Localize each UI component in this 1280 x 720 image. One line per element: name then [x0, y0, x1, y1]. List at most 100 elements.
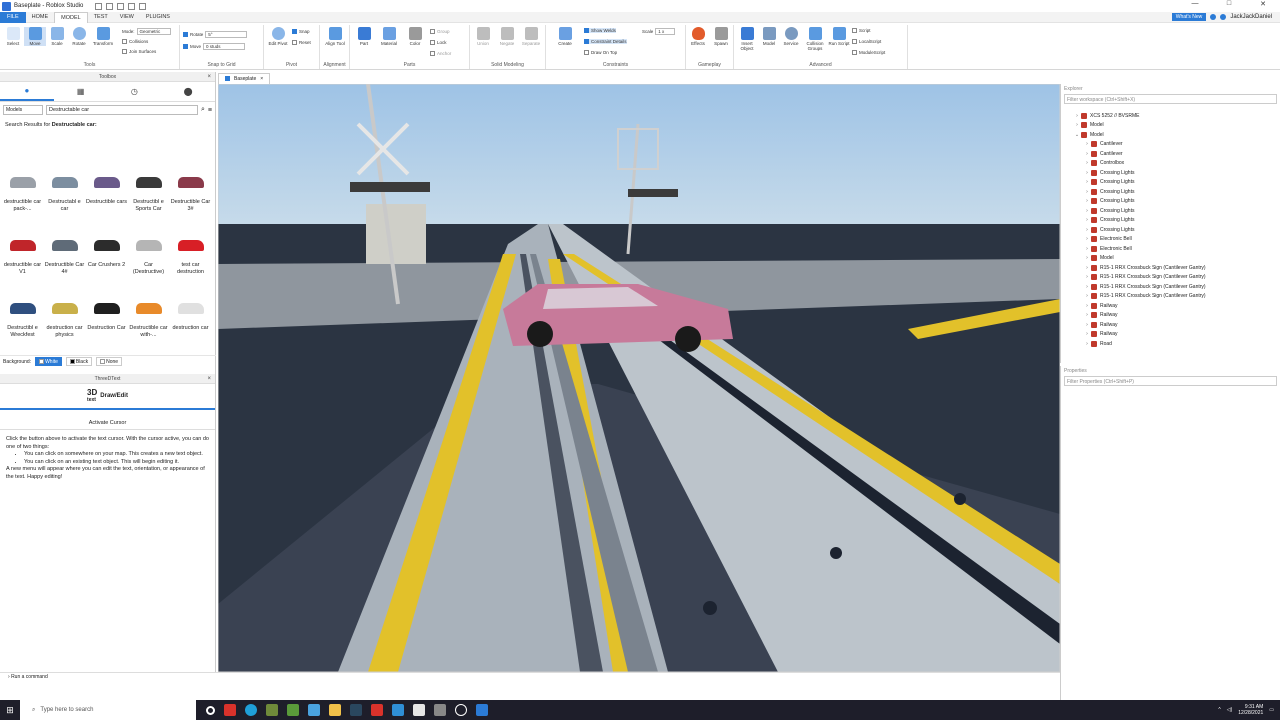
- edge-browser-icon[interactable]: [245, 704, 257, 716]
- expand-arrow-icon[interactable]: ›: [1083, 341, 1091, 347]
- expand-arrow-icon[interactable]: ›: [1083, 246, 1091, 252]
- explorer-node[interactable]: › Railway: [1061, 320, 1273, 330]
- explorer-node[interactable]: › Crossing Lights: [1061, 187, 1273, 197]
- expand-arrow-icon[interactable]: ›: [1083, 255, 1091, 261]
- toolbox-search-input[interactable]: Destructable car: [46, 105, 198, 115]
- script-button[interactable]: Script: [852, 28, 871, 33]
- constraint-scale[interactable]: Scale 1 x: [642, 28, 676, 35]
- negate-button[interactable]: Negate: [496, 27, 518, 46]
- tab-test[interactable]: TEST: [88, 12, 114, 23]
- roblox-studio-taskbar-icon[interactable]: [476, 704, 488, 716]
- collisions-toggle[interactable]: Collisions: [122, 39, 148, 44]
- user-name[interactable]: JackJackDaniel: [1230, 14, 1272, 20]
- minimize-button[interactable]: —: [1178, 0, 1212, 8]
- expand-arrow-icon[interactable]: ›: [1083, 227, 1091, 233]
- explorer-node[interactable]: › R15-1 RRX Crossbuck Sign (Cantilever Ga…: [1061, 273, 1273, 283]
- group-button[interactable]: Group: [430, 29, 450, 34]
- tab-view[interactable]: VIEW: [114, 12, 140, 23]
- toolbox-item[interactable]: Destructible Car 4#: [44, 227, 85, 286]
- close-button[interactable]: ✕: [1246, 0, 1280, 8]
- expand-arrow-icon[interactable]: ›: [1083, 160, 1091, 166]
- file-menu[interactable]: FILE: [0, 11, 26, 23]
- run-script-button[interactable]: Run Script: [828, 27, 850, 46]
- scale-tool-button[interactable]: Scale: [46, 27, 68, 46]
- viewport-tab[interactable]: Baseplate ×: [218, 73, 271, 84]
- explorer-node[interactable]: › Crossing Lights: [1061, 216, 1273, 226]
- show-welds-toggle[interactable]: Show Welds: [584, 28, 616, 33]
- explorer-node[interactable]: › Model: [1061, 121, 1273, 131]
- tab-creations[interactable]: ⬤: [161, 82, 215, 101]
- expand-arrow-icon[interactable]: ›: [1083, 151, 1091, 157]
- move-snap[interactable]: Move 0 studs: [183, 43, 246, 50]
- expand-arrow-icon[interactable]: ›: [1083, 141, 1091, 147]
- explorer-filter-input[interactable]: Filter workspace (Ctrl+Shift+X): [1064, 94, 1277, 104]
- model-button[interactable]: Model: [758, 27, 780, 46]
- toolbox-item[interactable]: Destructible cars: [86, 164, 127, 223]
- calendar-icon[interactable]: [413, 704, 425, 716]
- save-icon[interactable]: [117, 2, 125, 10]
- whats-new-button[interactable]: What's New: [1171, 13, 1207, 21]
- properties-filter-input[interactable]: Filter Properties (Ctrl+Shift+P): [1064, 376, 1277, 386]
- background-white-option[interactable]: White: [35, 357, 62, 366]
- close-icon[interactable]: ×: [207, 72, 211, 82]
- task-view-icon[interactable]: [206, 705, 215, 715]
- minecraft-grass-icon[interactable]: [287, 704, 299, 716]
- part-button[interactable]: Part: [353, 27, 375, 46]
- share-icon[interactable]: [1220, 14, 1227, 20]
- tab-plugins[interactable]: PLUGINS: [140, 12, 176, 23]
- background-black-option[interactable]: Black: [65, 357, 93, 366]
- toolbox-item[interactable]: Car (Destructive): [128, 227, 169, 286]
- undo-icon[interactable]: [128, 2, 136, 10]
- expand-arrow-icon[interactable]: ›: [1083, 179, 1091, 185]
- local-script-button[interactable]: LocalScript: [852, 39, 881, 44]
- explorer-node[interactable]: › Road: [1061, 339, 1273, 349]
- explorer-node[interactable]: › Crossing Lights: [1061, 206, 1273, 216]
- explorer-node[interactable]: › R15-1 RRX Crossbuck Sign (Cantilever Ga…: [1061, 263, 1273, 273]
- collision-groups-button[interactable]: Collision Groups: [804, 27, 826, 51]
- toolbox-item[interactable]: Destructibl e Wreckfest: [2, 290, 43, 349]
- draw-on-top-toggle[interactable]: Draw On Top: [584, 50, 617, 55]
- maximize-button[interactable]: □: [1212, 0, 1246, 8]
- pivot-reset-button[interactable]: Reset: [292, 40, 311, 45]
- explorer-node[interactable]: › Controlbox: [1061, 159, 1273, 169]
- tab-home[interactable]: HOME: [26, 12, 55, 23]
- notification-icon[interactable]: ▭: [1269, 707, 1274, 713]
- close-icon[interactable]: ×: [207, 374, 211, 384]
- edit-pivot-button[interactable]: Edit Pivot: [267, 27, 289, 46]
- expand-arrow-icon[interactable]: ›: [1083, 312, 1091, 318]
- explorer-node[interactable]: › Crossing Lights: [1061, 178, 1273, 188]
- taskbar-search-box[interactable]: ⌕ Type here to search: [20, 700, 196, 720]
- toolbox-item[interactable]: Destructible car with-...: [128, 290, 169, 349]
- explorer-node[interactable]: › Railway: [1061, 330, 1273, 340]
- toolbox-item[interactable]: test car destruction: [170, 227, 211, 286]
- toolbox-item[interactable]: destruction car: [170, 290, 211, 349]
- command-bar[interactable]: › Run a command: [0, 672, 1060, 682]
- toolbox-item[interactable]: Destructible Car 3#: [170, 164, 211, 223]
- union-button[interactable]: Union: [472, 27, 494, 46]
- spawn-button[interactable]: Spawn: [710, 27, 732, 46]
- toolbox-item[interactable]: destructible car V1: [2, 227, 43, 286]
- steam-icon[interactable]: [350, 704, 362, 716]
- xbox-icon[interactable]: [455, 704, 467, 716]
- tab-recent[interactable]: ◷: [108, 82, 162, 101]
- tab-model[interactable]: MODEL: [54, 11, 88, 23]
- app-red-icon[interactable]: [224, 704, 236, 716]
- tab-marketplace[interactable]: ●: [0, 82, 54, 101]
- 3d-viewport[interactable]: [218, 84, 1060, 672]
- photos-icon[interactable]: [434, 704, 446, 716]
- toolbox-item[interactable]: Destruction Car: [86, 290, 127, 349]
- expand-arrow-icon[interactable]: ›: [1083, 170, 1091, 176]
- mode-selector[interactable]: Mode: Geometric: [122, 28, 171, 35]
- transform-tool-button[interactable]: Transform: [92, 27, 114, 46]
- explorer-node[interactable]: › Cantilever: [1061, 140, 1273, 150]
- app-cyan-icon[interactable]: [392, 704, 404, 716]
- create-constraint-button[interactable]: Create: [554, 27, 576, 46]
- color-button[interactable]: Color: [404, 27, 426, 46]
- minecraft-icon[interactable]: [266, 704, 278, 716]
- rotate-tool-button[interactable]: Rotate: [68, 27, 90, 46]
- expand-arrow-icon[interactable]: ›: [1083, 198, 1091, 204]
- explorer-node[interactable]: › R15-1 RRX Crossbuck Sign (Cantilever Ga…: [1061, 292, 1273, 302]
- explorer-node[interactable]: › Electronic Bell: [1061, 244, 1273, 254]
- expand-arrow-icon[interactable]: ›: [1083, 331, 1091, 337]
- clock[interactable]: 9:31 AM 12/28/2021: [1238, 704, 1263, 716]
